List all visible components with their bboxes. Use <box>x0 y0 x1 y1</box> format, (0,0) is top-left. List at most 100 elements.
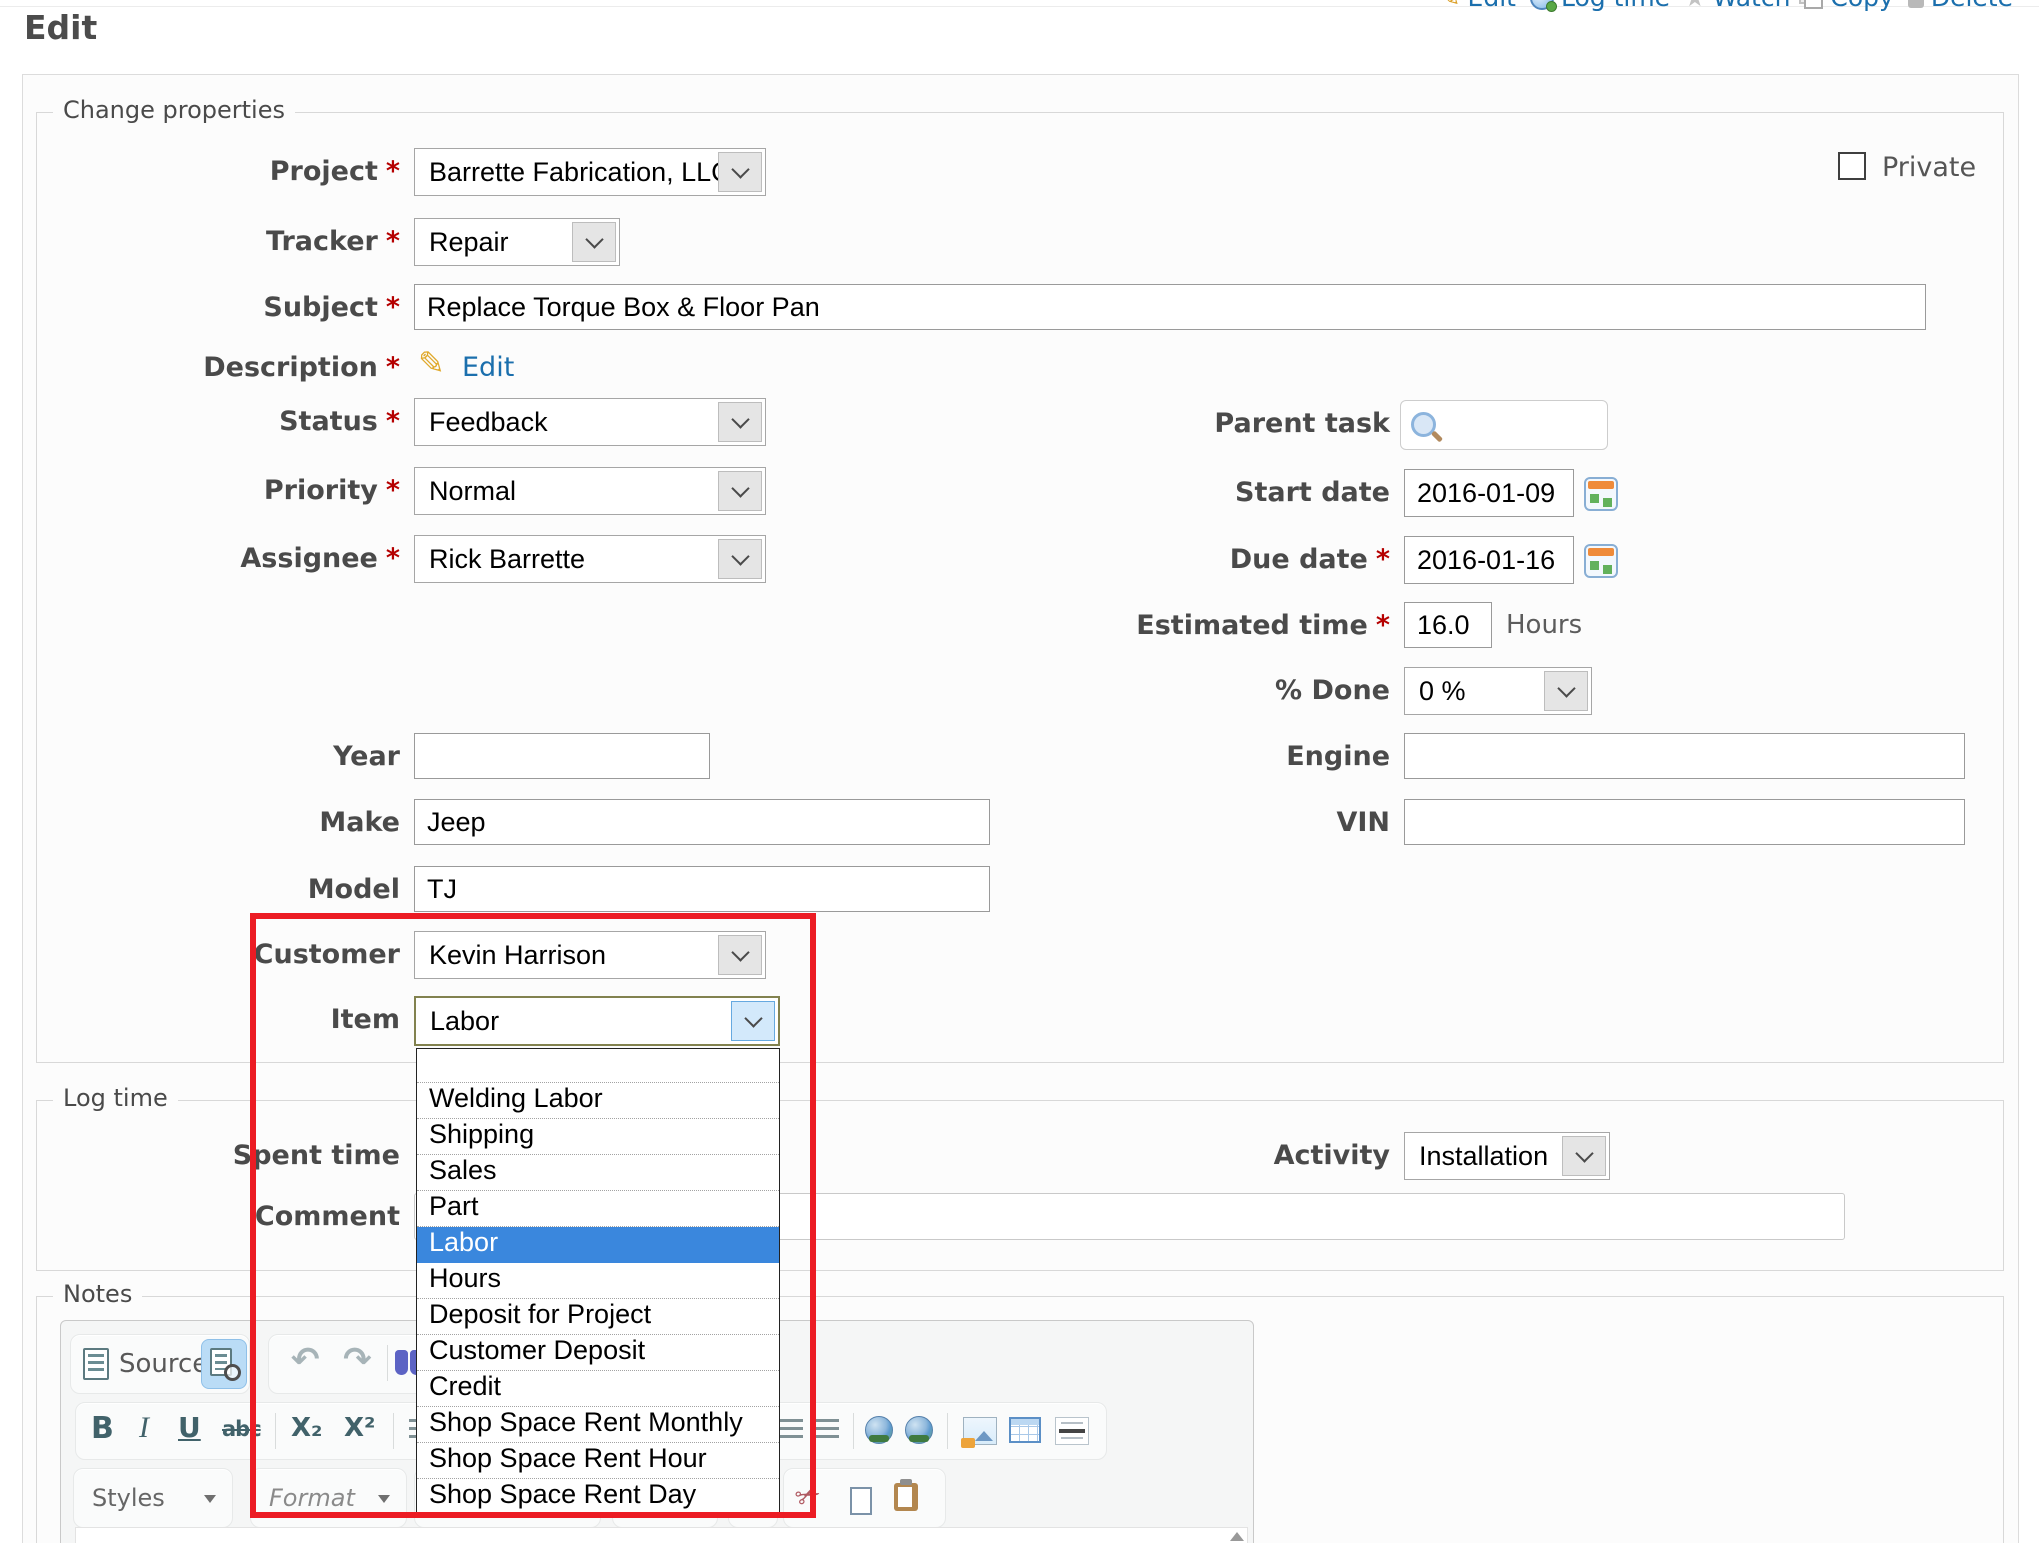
change-properties-legend: Change properties <box>53 96 295 124</box>
paste-clipboard-icon[interactable] <box>894 1483 918 1511</box>
required-mark: * <box>1376 610 1390 641</box>
item-option[interactable]: Shop Space Rent Monthly <box>417 1407 779 1443</box>
item-option[interactable]: Shipping <box>417 1119 779 1155</box>
estimated-time-value: 16.0 <box>1417 610 1470 641</box>
log-time-link[interactable]: Log time <box>1530 0 1670 12</box>
priority-label: Priority* <box>20 475 400 506</box>
subject-input[interactable]: Replace Torque Box & Floor Pan <box>414 284 1926 330</box>
project-select[interactable]: Barrette Fabrication, LLC <box>414 148 766 196</box>
item-option[interactable]: Hours <box>417 1263 779 1299</box>
required-mark: * <box>386 475 400 506</box>
div-container-icon[interactable] <box>813 1419 839 1441</box>
item-dropdown-list: Welding Labor Shipping Sales Part Labor … <box>416 1048 780 1515</box>
engine-input[interactable] <box>1404 733 1965 779</box>
format-combo[interactable]: Format <box>250 1468 407 1528</box>
item-option[interactable] <box>417 1049 779 1083</box>
start-date-input[interactable]: 2016-01-09 <box>1404 469 1574 517</box>
model-label: Model <box>20 874 400 905</box>
customer-value: Kevin Harrison <box>429 940 606 971</box>
image-icon[interactable] <box>963 1417 997 1445</box>
priority-select[interactable]: Normal <box>414 467 766 515</box>
item-option-selected[interactable]: Labor <box>417 1227 779 1263</box>
vin-input[interactable] <box>1404 799 1965 845</box>
required-mark: * <box>386 352 400 383</box>
scroll-up-arrow[interactable] <box>1230 1532 1244 1541</box>
done-ratio-value: 0 % <box>1419 676 1466 707</box>
required-mark: * <box>386 543 400 574</box>
log-time-link-label: Log time <box>1561 0 1670 12</box>
private-checkbox[interactable] <box>1838 152 1866 180</box>
model-input[interactable]: TJ <box>414 866 990 912</box>
notes-textarea[interactable] <box>75 1527 1248 1543</box>
toolbar-separator <box>393 1413 394 1449</box>
edit-link-label: Edit <box>1468 0 1516 12</box>
chevron-down-icon <box>718 471 762 511</box>
item-option[interactable]: Customer Deposit <box>417 1335 779 1371</box>
estimated-time-input[interactable]: 16.0 <box>1404 602 1492 648</box>
description-edit-link[interactable]: Edit <box>462 352 514 383</box>
preview-button[interactable] <box>201 1339 247 1389</box>
tracker-select[interactable]: Repair <box>414 218 620 266</box>
comment-label: Comment <box>20 1201 400 1232</box>
make-label: Make <box>20 807 400 838</box>
superscript-button[interactable]: X² <box>344 1413 375 1443</box>
calendar-icon[interactable] <box>1584 477 1618 511</box>
item-select[interactable]: Labor <box>414 996 780 1046</box>
edit-link[interactable]: ✎ Edit <box>1439 0 1516 12</box>
cut-scissors-icon[interactable]: ✂ <box>791 1477 826 1515</box>
assignee-select[interactable]: Rick Barrette <box>414 535 766 583</box>
assignee-value: Rick Barrette <box>429 544 585 575</box>
horizontal-rule-icon[interactable] <box>1055 1417 1089 1445</box>
styles-combo[interactable]: Styles <box>73 1468 233 1528</box>
required-mark: * <box>386 226 400 257</box>
unlink-icon[interactable] <box>905 1416 933 1444</box>
vin-label: VIN <box>1010 807 1390 838</box>
subscript-button[interactable]: X₂ <box>291 1413 322 1443</box>
item-option[interactable]: Deposit for Project <box>417 1299 779 1335</box>
underline-button[interactable]: U <box>178 1411 201 1444</box>
italic-button[interactable]: I <box>139 1411 149 1445</box>
item-option[interactable]: Shop Space Rent Day <box>417 1479 779 1514</box>
notes-legend: Notes <box>53 1280 142 1308</box>
redo-icon[interactable]: ↷ <box>343 1343 372 1377</box>
chevron-down-icon <box>204 1495 216 1503</box>
find-binoculars-icon[interactable] <box>395 1350 408 1375</box>
link-icon[interactable] <box>865 1416 893 1444</box>
due-date-input[interactable]: 2016-01-16 <box>1404 536 1574 584</box>
copy-pages-icon[interactable] <box>850 1487 872 1515</box>
make-input[interactable]: Jeep <box>414 799 990 845</box>
done-ratio-label: % Done <box>1010 675 1390 706</box>
undo-icon[interactable]: ↶ <box>291 1343 320 1377</box>
calendar-icon[interactable] <box>1584 544 1618 578</box>
toolbar-separator <box>275 1413 276 1449</box>
tracker-label: Tracker* <box>20 226 400 257</box>
pencil-icon: ✎ <box>1439 0 1461 11</box>
item-option[interactable]: Shop Space Rent Hour <box>417 1443 779 1479</box>
required-mark: * <box>386 292 400 323</box>
bold-button[interactable]: B <box>91 1411 114 1446</box>
parent-task-input[interactable] <box>1400 400 1608 450</box>
item-option[interactable]: Credit <box>417 1371 779 1407</box>
activity-label: Activity <box>1010 1140 1390 1171</box>
item-option[interactable]: Sales <box>417 1155 779 1191</box>
item-option[interactable]: Welding Labor <box>417 1083 779 1119</box>
parent-task-label: Parent task <box>1010 408 1390 439</box>
status-select[interactable]: Feedback <box>414 398 766 446</box>
year-input[interactable] <box>414 733 710 779</box>
copy-link[interactable]: Copy <box>1804 0 1893 12</box>
done-ratio-select[interactable]: 0 % <box>1404 667 1592 715</box>
watch-link[interactable]: ★ Watch <box>1684 0 1790 12</box>
delete-link[interactable]: Delete <box>1908 0 2013 12</box>
chevron-down-icon <box>378 1495 390 1503</box>
item-value: Labor <box>430 1006 499 1037</box>
strikethrough-button[interactable]: abc <box>222 1417 261 1441</box>
item-option[interactable]: Part <box>417 1191 779 1227</box>
table-icon[interactable] <box>1009 1417 1041 1443</box>
assignee-label: Assignee* <box>20 543 400 574</box>
customer-select[interactable]: Kevin Harrison <box>414 931 766 979</box>
source-button[interactable]: Source <box>119 1349 208 1379</box>
chevron-down-icon <box>1544 671 1588 711</box>
chevron-down-icon <box>718 152 762 192</box>
model-value: TJ <box>427 874 457 905</box>
activity-select[interactable]: Installation <box>1404 1132 1610 1180</box>
